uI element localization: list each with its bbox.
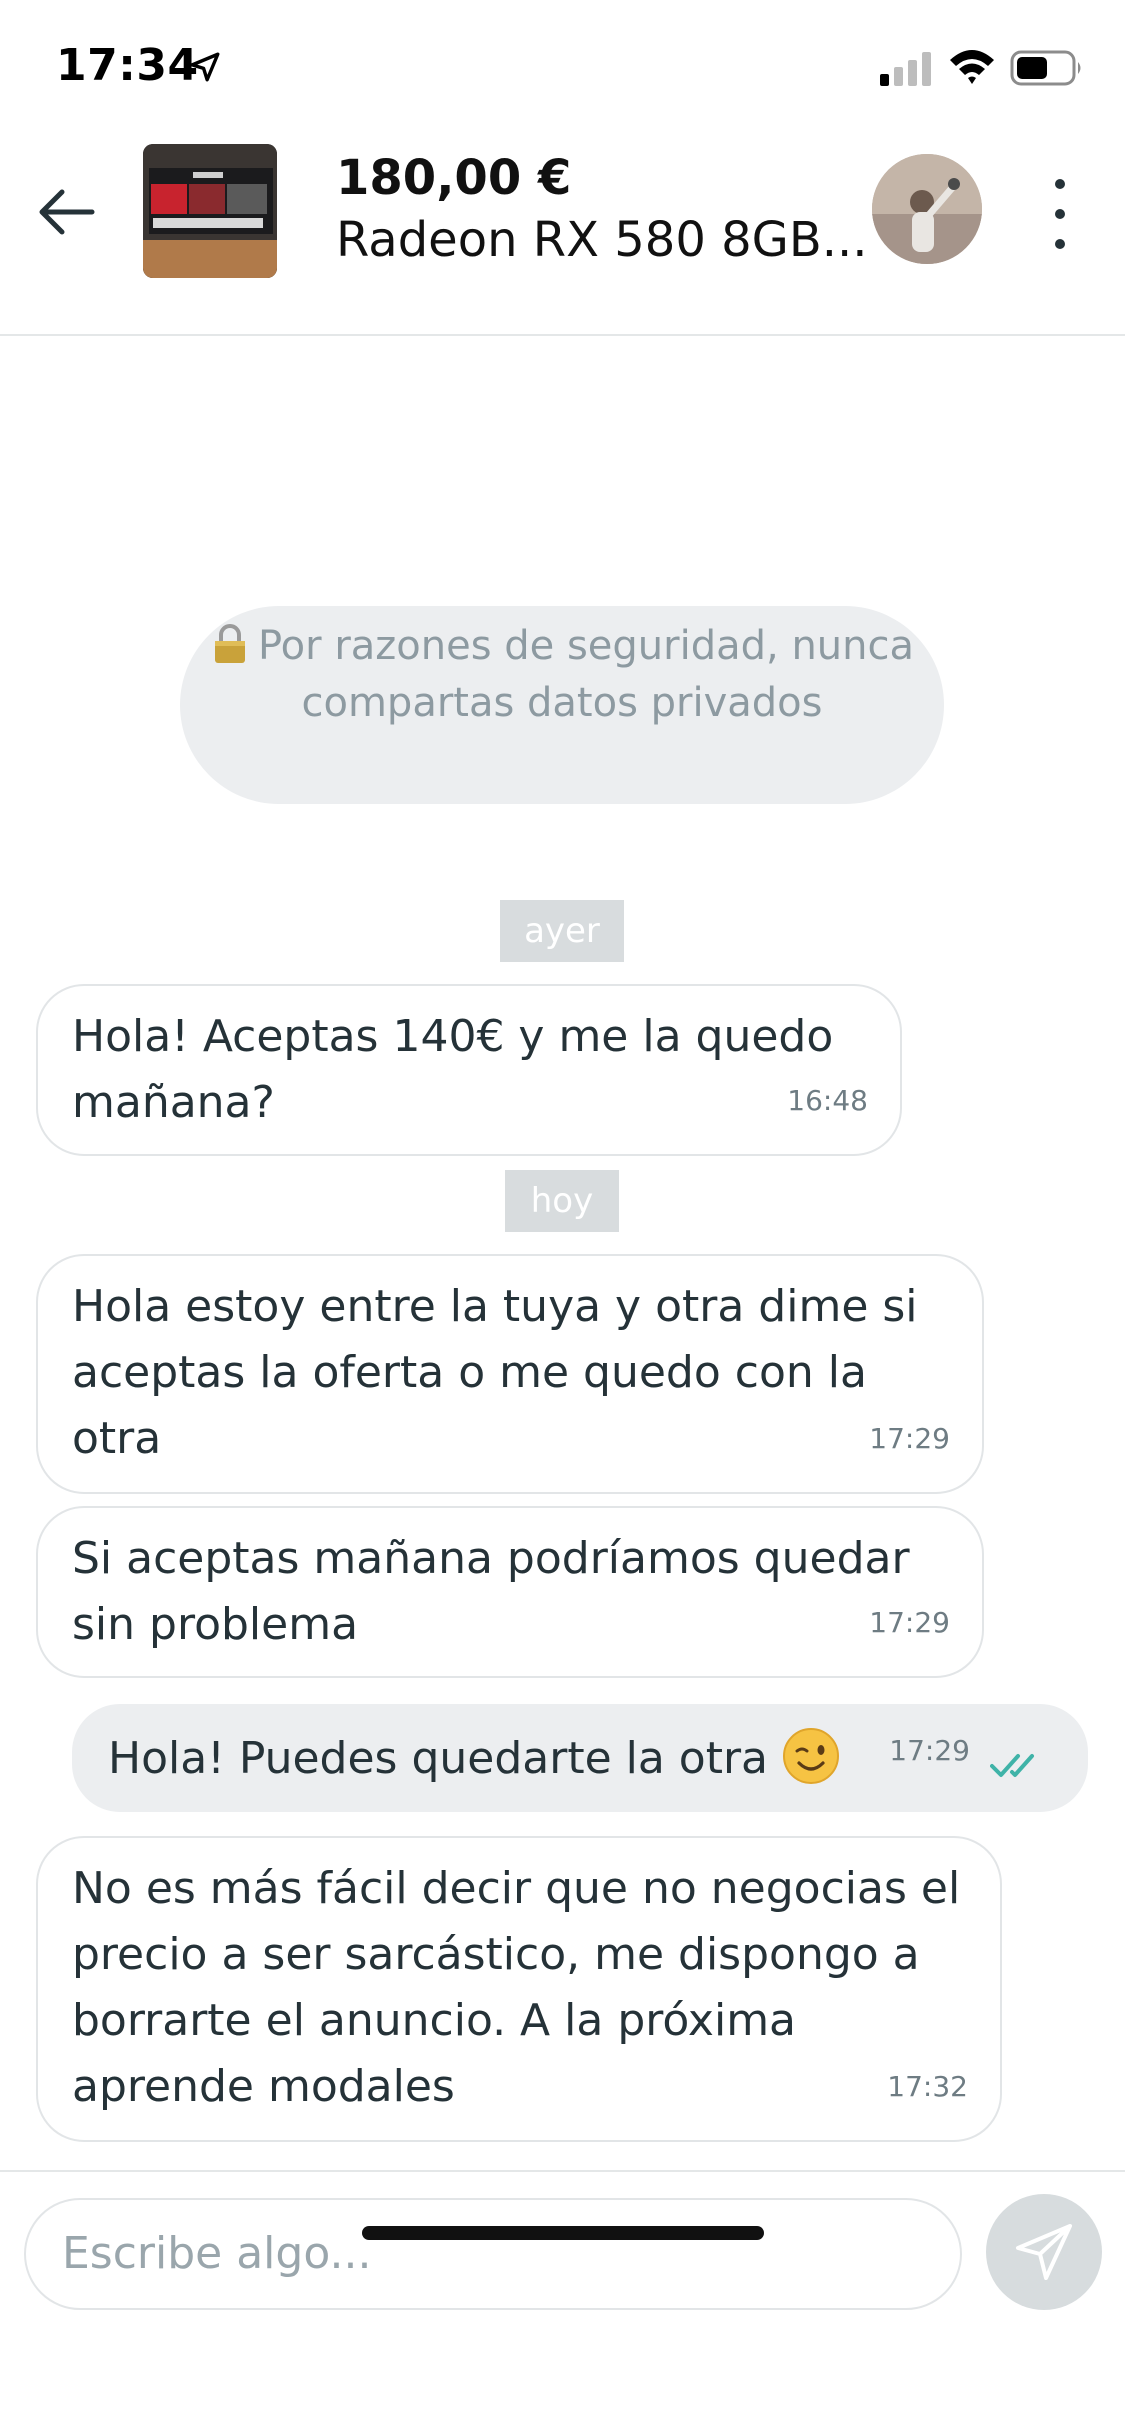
message-text: Hola! Aceptas 140€ y me la quedo mañana?: [72, 1011, 834, 1128]
more-vertical-icon[interactable]: [1040, 170, 1080, 260]
message-time: 17:32: [887, 2070, 968, 2103]
product-thumbnail[interactable]: [143, 144, 277, 278]
date-separator-hoy: hoy: [505, 1170, 619, 1232]
product-image: [143, 144, 277, 278]
lock-icon: [214, 624, 245, 663]
message-text: Si aceptas mañana podríamos quedar sin p…: [72, 1533, 910, 1650]
battery-icon: [1010, 50, 1081, 86]
message-bubble-incoming[interactable]: Si aceptas mañana podríamos quedar sin p…: [36, 1506, 984, 1678]
message-text: Hola! Puedes quedarte la otra: [108, 1733, 769, 1784]
message-time: 17:29: [869, 1422, 950, 1455]
message-bubble-incoming[interactable]: No es más fácil decir que no negocias el…: [36, 1836, 1002, 2142]
wifi-icon: [950, 50, 994, 84]
avatar-image: [872, 154, 982, 264]
cellular-signal-icon: [880, 52, 931, 86]
home-indicator[interactable]: [362, 2226, 764, 2240]
back-arrow-icon[interactable]: [34, 180, 98, 244]
message-text: No es más fácil decir que no negocias el…: [72, 1863, 961, 2112]
send-button[interactable]: [986, 2194, 1102, 2310]
date-separator-ayer: ayer: [500, 900, 624, 962]
double-check-icon: [990, 1754, 1034, 1777]
message-time: 16:48: [787, 1084, 868, 1117]
product-title[interactable]: Radeon RX 580 8GB...: [336, 212, 868, 268]
product-price: 180,00 €: [336, 150, 572, 206]
chat-header: 180,00 € Radeon RX 580 8GB...: [0, 130, 1125, 336]
security-notice-text: Por razones de seguridad, nunca comparta…: [257, 623, 914, 726]
compose-bar: Escribe algo...: [0, 2170, 1125, 2436]
winking-face-emoji: [783, 1728, 840, 1784]
message-text: Hola estoy entre la tuya y otra dime si …: [72, 1281, 918, 1464]
message-input[interactable]: Escribe algo...: [24, 2198, 962, 2310]
location-arrow-icon: [190, 52, 220, 82]
status-time: 17:34: [56, 40, 199, 91]
security-notice: Por razones de seguridad, nunca comparta…: [180, 606, 944, 804]
message-time: 17:29: [889, 1734, 970, 1767]
message-bubble-outgoing[interactable]: Hola! Puedes quedarte la otra 17:29: [72, 1704, 1088, 1812]
send-icon: [1016, 2224, 1072, 2280]
message-bubble-incoming[interactable]: Hola! Aceptas 140€ y me la quedo mañana?…: [36, 984, 902, 1156]
status-bar: 17:34: [0, 0, 1125, 130]
seller-avatar[interactable]: [872, 154, 982, 264]
message-time: 17:29: [869, 1606, 950, 1639]
message-bubble-incoming[interactable]: Hola estoy entre la tuya y otra dime si …: [36, 1254, 984, 1494]
